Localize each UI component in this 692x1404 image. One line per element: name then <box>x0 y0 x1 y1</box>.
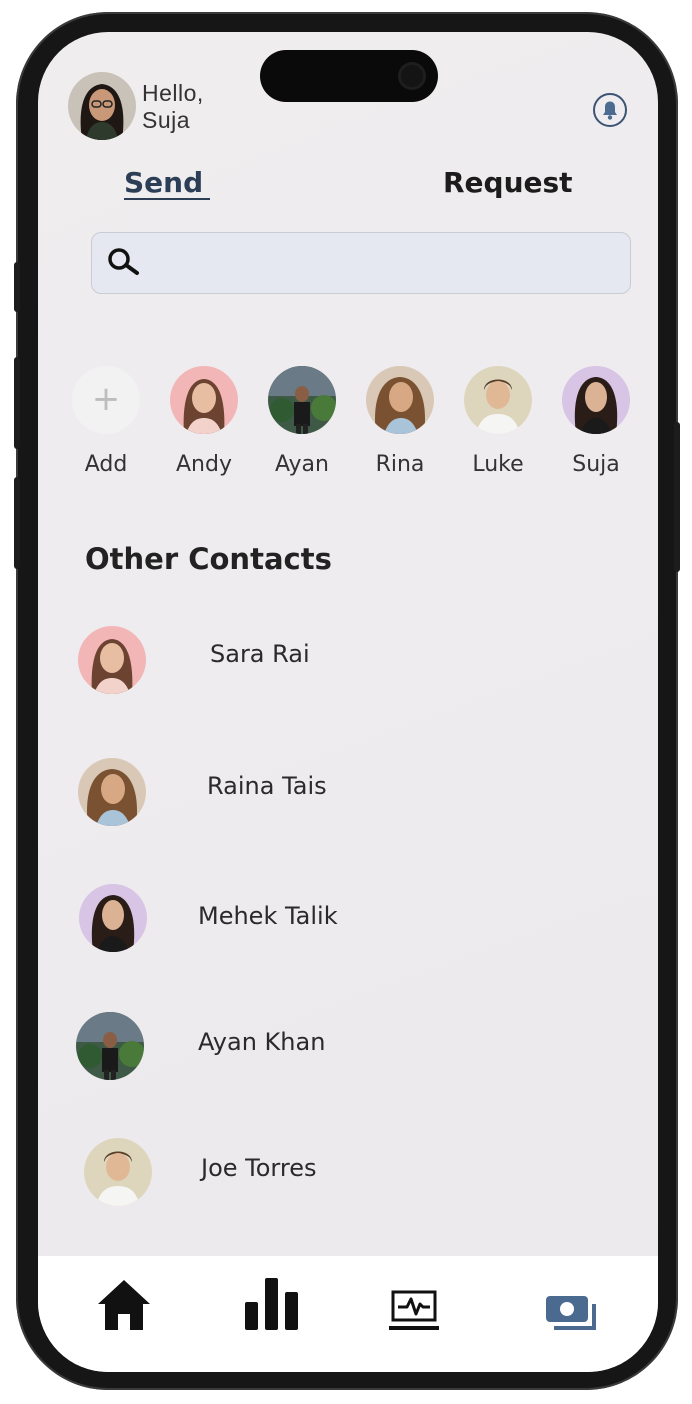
quick-contact-label: Add <box>84 452 128 477</box>
contact-row[interactable]: Joe Torres <box>38 1136 658 1216</box>
camera <box>398 62 426 90</box>
contact-row[interactable]: Mehek Talik <box>38 882 658 962</box>
search-icon <box>104 245 144 279</box>
contact-name: Mehek Talik <box>198 902 338 930</box>
side-button <box>674 422 680 572</box>
avatar <box>366 366 434 434</box>
side-button <box>14 357 20 449</box>
bar-chart-icon[interactable] <box>244 1276 300 1332</box>
tab-send[interactable]: Send <box>124 166 203 199</box>
avatar <box>78 758 146 826</box>
avatar <box>464 366 532 434</box>
search-input[interactable] <box>152 233 616 293</box>
avatar <box>268 366 336 434</box>
search-bar[interactable] <box>91 232 631 294</box>
quick-contact[interactable]: Suja <box>561 366 631 477</box>
side-button <box>14 262 20 312</box>
quick-contact[interactable]: Rina <box>365 366 435 477</box>
plus-icon: + <box>72 366 140 434</box>
user-name: Suja <box>142 107 191 133</box>
contact-name: Ayan Khan <box>198 1028 326 1056</box>
avatar <box>76 1012 144 1080</box>
user-avatar[interactable] <box>68 72 136 140</box>
dynamic-island <box>260 50 438 102</box>
quick-contact-label: Ayan <box>274 452 329 477</box>
contact-name: Sara Rai <box>210 640 310 668</box>
tab-request[interactable]: Request <box>443 166 573 199</box>
avatar <box>79 884 147 952</box>
quick-contact[interactable]: Luke <box>463 366 533 477</box>
contact-name: Joe Torres <box>201 1154 317 1182</box>
quick-contact-label: Rina <box>375 452 425 477</box>
quick-contact-label: Luke <box>472 452 524 477</box>
avatar <box>78 626 146 694</box>
home-icon[interactable] <box>96 1276 152 1332</box>
greeting: Hello, Suja <box>142 80 204 134</box>
contact-name: Raina Tais <box>207 772 327 800</box>
contact-row[interactable]: Ayan Khan <box>38 1010 658 1090</box>
side-button <box>14 477 20 569</box>
quick-contact-label: Andy <box>176 452 232 477</box>
section-title: Other Contacts <box>85 542 332 576</box>
avatar <box>562 366 630 434</box>
quick-contact-add[interactable]: + Add <box>71 366 141 477</box>
contact-row[interactable]: Sara Rai <box>38 624 658 704</box>
quick-contact-label: Suja <box>572 452 620 477</box>
avatar <box>84 1138 152 1206</box>
avatar <box>170 366 238 434</box>
money-icon[interactable] <box>545 1294 599 1334</box>
bottom-tab-bar <box>38 1256 658 1372</box>
app-screen: Hello, Suja Send Request + Add Andy Ayan… <box>38 32 658 1372</box>
quick-contact[interactable]: Ayan <box>267 366 337 477</box>
greeting-line: Hello, <box>142 80 204 106</box>
bell-icon[interactable] <box>592 92 628 128</box>
monitor-activity-icon[interactable] <box>389 1290 439 1332</box>
quick-contact[interactable]: Andy <box>169 366 239 477</box>
contact-row[interactable]: Raina Tais <box>38 756 658 836</box>
active-tab-underline <box>124 198 210 200</box>
